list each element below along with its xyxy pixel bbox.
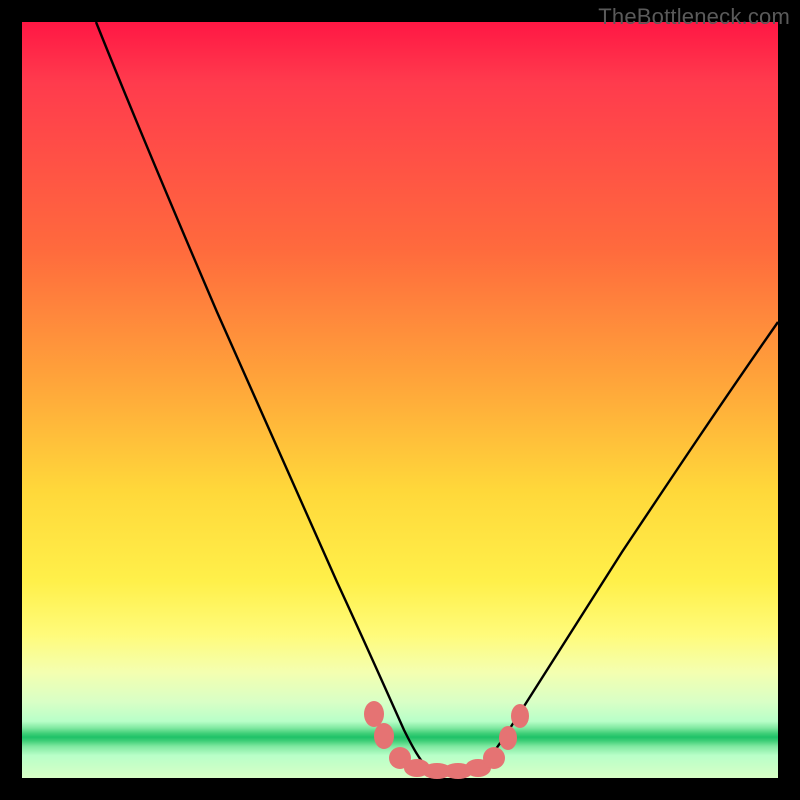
valley-blob [511, 704, 529, 728]
valley-blob [364, 701, 384, 727]
watermark-text: TheBottleneck.com [598, 4, 790, 30]
curve-right [482, 322, 778, 766]
outer-frame: TheBottleneck.com [0, 0, 800, 800]
valley-blob [374, 723, 394, 749]
curve-left [96, 22, 426, 766]
chart-overlay [22, 22, 778, 778]
valley-blob [483, 747, 505, 769]
valley-blob-group [364, 701, 529, 779]
valley-blob [499, 726, 517, 750]
